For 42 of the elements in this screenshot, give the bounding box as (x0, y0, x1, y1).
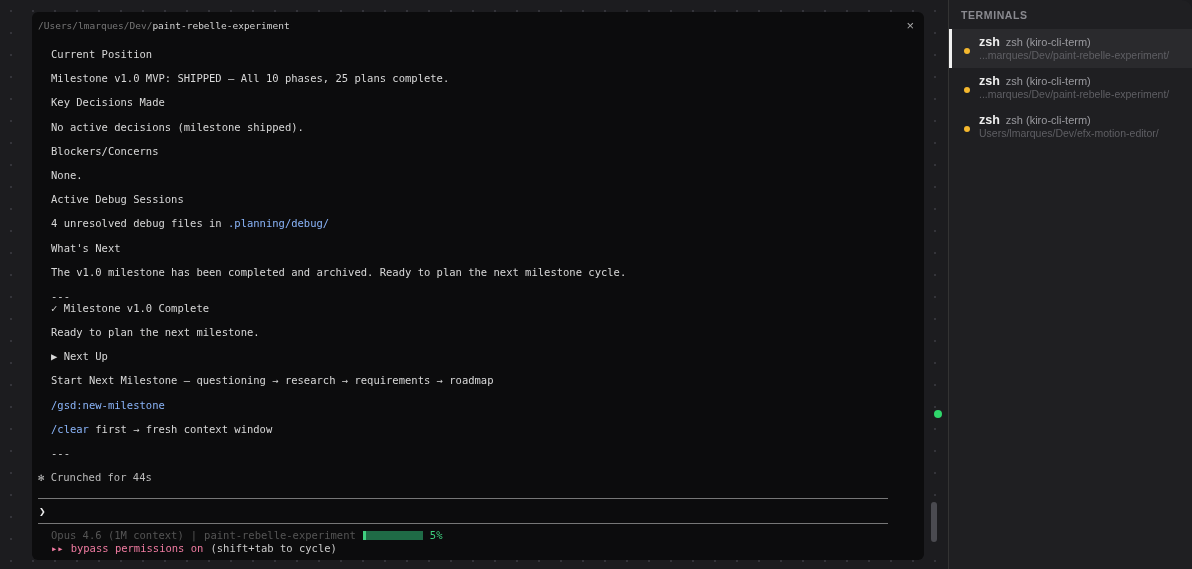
terminal-line: Key Decisions Made (50, 96, 166, 111)
model-label: Opus 4.6 (1M context) (51, 529, 184, 541)
terminal-line: No active decisions (milestone shipped). (50, 120, 305, 135)
terminal-list-item[interactable]: zsh zsh (kiro-cli-term) Users/lmarques/Dev/efx-motion-editor/ (949, 107, 1192, 146)
terminal-line: Milestone v1.0 MVP: SHIPPED — All 10 phases, 25 plans complete. (50, 72, 451, 87)
terminal-line: ✓ Milestone v1.0 Complete (50, 301, 211, 316)
terminal-line: ▶ Next Up (50, 350, 109, 365)
terminal-line: Ready to plan the next milestone. (50, 326, 261, 341)
sidebar-title: TERMINALS (960, 8, 1029, 23)
terminal-line: 4 unresolved debug files in .planning/debug/ (50, 217, 331, 232)
terminal-line: Start Next Milestone — questioning → research → requirements → roadmap (50, 374, 495, 389)
project-label: paint-rebelle-experiment (204, 529, 356, 541)
terminal-subtitle: zsh (kiro-cli-term) (1005, 75, 1091, 87)
terminal-line: /gsd:new-milestone (50, 398, 166, 413)
terminal-path: ...marques/Dev/paint-rebelle-experiment/ (979, 88, 1170, 100)
terminal-line: --- (50, 447, 71, 461)
terminal-line: Current Position (50, 48, 154, 62)
scrollbar-thumb[interactable] (931, 502, 937, 542)
terminal-line: What's Next (50, 241, 122, 256)
terminal-line: The v1.0 milestone has been completed and archived. Ready to plan the next milestone cycle. (50, 265, 628, 280)
terminal-line: None. (50, 168, 84, 183)
terminal-line: --- (50, 289, 71, 302)
terminal-path: Users/lmarques/Dev/efx-motion-editor/ (979, 127, 1159, 139)
terminal-subtitle: zsh (kiro-cli-term) (1005, 114, 1091, 126)
status-dot (934, 410, 942, 418)
terminal-line: Blockers/Concerns (50, 144, 160, 159)
context-percent: 5% (429, 529, 443, 541)
terminal-list-item[interactable]: zsh zsh (kiro-cli-term) ...marques/Dev/paint-rebelle-experiment/ (949, 68, 1192, 107)
close-button[interactable]: × (902, 17, 918, 33)
terminal-name: zsh (979, 35, 1000, 49)
mode-marker: ▸▸ (51, 542, 64, 556)
terminal-name: zsh (979, 113, 1000, 127)
mode-hint: (shift+tab to cycle) (210, 542, 337, 556)
mode-label: bypass permissions on (70, 542, 204, 556)
terminal-line: Active Debug Sessions (50, 193, 185, 208)
separator-text: | (190, 529, 198, 541)
terminal-line: /clear first → fresh context window (50, 422, 274, 437)
terminal-name: zsh (979, 74, 1000, 88)
terminal-subtitle: zsh (kiro-cli-term) (1005, 36, 1091, 48)
terminal-line: ✻ Crunched for 44s (38, 471, 153, 486)
terminal-path: /Users/lmarques/Dev/paint-rebelle-experiment (38, 19, 290, 31)
prompt-field[interactable]: ❯ (38, 504, 46, 518)
